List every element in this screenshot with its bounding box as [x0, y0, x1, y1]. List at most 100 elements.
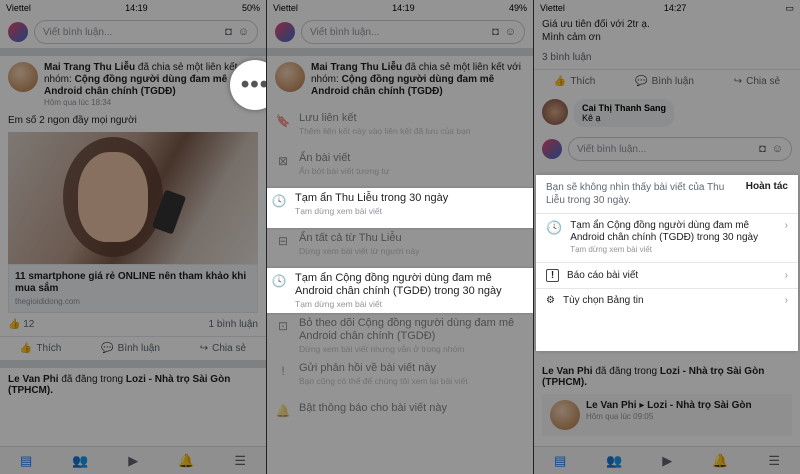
avatar [542, 139, 562, 159]
comments-count[interactable]: 1 bình luận [209, 319, 259, 330]
post-actions: 👍 Thích 💬 Bình luận ↪ Chia sẻ [534, 69, 800, 93]
share-button[interactable]: ↪ Chia sẻ [200, 343, 246, 354]
watch-tab-icon[interactable]: ▶ [662, 453, 672, 469]
avatar [8, 22, 28, 42]
divider [0, 360, 266, 368]
chevron-right-icon: › [784, 220, 788, 231]
menu-item-save-link[interactable]: 🔖 Lưu liên kết Thêm liên kết này vào liên… [267, 108, 533, 148]
author-avatar[interactable] [275, 62, 305, 92]
commenter-name[interactable]: Cai Thị Thanh Sang [582, 103, 666, 113]
menu-item-unfollow[interactable]: ⊡ Bỏ theo dõi Cộng đồng người dùng đam m… [267, 313, 533, 358]
menu-item-snooze-user[interactable]: 🕓 Tạm ẩn Thu Liễu trong 30 ngày Tạm dừng … [267, 188, 533, 228]
undo-button[interactable]: Hoàn tác [746, 181, 788, 192]
comment-label: Bình luận [117, 343, 160, 354]
menu-item-hide-post[interactable]: ⊠ Ẩn bài viết Ẩn bớt bài viết tương tự [267, 148, 533, 188]
comment-composer: Viết bình luận... ◘ ☺ [0, 16, 266, 48]
emoji-icon[interactable]: ☺ [772, 143, 783, 155]
group-name[interactable]: Cộng đồng người dùng đam mê Android chân… [44, 74, 227, 97]
share-icon: ↪ [733, 76, 743, 87]
comment-input[interactable]: Viết bình luận... ◘ ☺ [301, 20, 525, 44]
menu-desc: Ẩn bớt bài viết tương tự [299, 166, 390, 176]
report-post-row[interactable]: ! Báo cáo bài viết › [536, 263, 798, 289]
author-name[interactable]: Mai Trang Thu Liễu [311, 62, 402, 73]
feed-preferences-label: Tùy chọn Bảng tin [562, 295, 644, 306]
tab-bar: ▤ 👥 ▶ 🔔 ☰ [534, 446, 800, 474]
menu-desc: Thêm liên kết này vào liên kết đã lưu củ… [299, 126, 471, 136]
comment-composer: Viết bình luận... ◘ ☺ [534, 133, 800, 165]
battery-label: 50% [241, 3, 260, 13]
group-name[interactable]: Lozi - Nhà trọ Sài Gòn [647, 400, 751, 411]
menu-label: Ẩn tất cả từ Thu Liễu [299, 232, 402, 244]
carrier-label: Viettel [6, 3, 31, 13]
chevron-right-icon: › [784, 295, 788, 306]
report-icon: ! [546, 269, 559, 282]
snooze-notice-row: Bạn sẽ không nhìn thấy bài viết của Thu … [536, 175, 798, 214]
group-name[interactable]: Cộng đồng người dùng đam mê Android chân… [311, 74, 494, 97]
like-button[interactable]: 👍 Thích [20, 343, 61, 354]
comment: Cai Thị Thanh Sang Kê ạ [534, 93, 800, 133]
menu-tab-icon[interactable]: ☰ [234, 453, 246, 469]
post-time: Hôm qua lúc 18:34 [44, 98, 112, 107]
feed-panel-1: Viettel 14:19 50% Viết bình luận... ◘ ☺ M… [0, 0, 266, 474]
post-counts: 👍 12 1 bình luận [0, 313, 266, 336]
news-feed-tab-icon[interactable]: ▤ [20, 453, 32, 469]
camera-icon[interactable]: ◘ [225, 26, 232, 38]
friends-tab-icon[interactable]: 👥 [72, 453, 88, 469]
post-header: Mai Trang Thu Liễu đã chia sẻ một liên k… [267, 56, 533, 104]
comment-button[interactable]: 💬 Bình luận [101, 343, 160, 354]
author-avatar[interactable] [8, 62, 38, 92]
post-header: Mai Trang Thu Liễu đã chia sẻ một liên k… [0, 56, 266, 113]
menu-desc: Dừng xem bài viết nhưng vẫn ở trong nhóm [299, 344, 465, 354]
snooze-group-desc: Tạm dừng xem bài viết [570, 245, 653, 254]
author-avatar[interactable] [550, 400, 580, 430]
menu-item-hide-all[interactable]: ⊟ Ẩn tất cả từ Thu Liễu Dừng xem bài viết… [267, 228, 533, 268]
unfollow-icon: ⊡ [277, 319, 289, 333]
link-image[interactable] [8, 132, 258, 264]
notifications-tab-icon[interactable]: 🔔 [712, 453, 728, 469]
commenter-avatar[interactable] [542, 99, 568, 125]
clock-icon: 🕓 [546, 220, 563, 235]
comment-input[interactable]: Viết bình luận... ◘ ☺ [568, 137, 792, 161]
news-feed-tab-icon[interactable]: ▤ [554, 453, 566, 469]
camera-icon[interactable]: ◘ [492, 26, 499, 38]
menu-item-snooze-group[interactable]: 🕓 Tạm ẩn Cộng đồng người dùng đam mê And… [267, 268, 533, 313]
next-author[interactable]: Le Van Phi [8, 374, 59, 385]
menu-item-notifications[interactable]: 🔔 Bật thông báo cho bài viết này [267, 398, 533, 438]
comment-icon: 💬 [101, 343, 114, 354]
emoji-icon[interactable]: ☺ [505, 26, 516, 38]
reactions-count[interactable]: 12 [23, 319, 34, 330]
author-name[interactable]: Mai Trang Thu Liễu [44, 62, 135, 73]
menu-item-feedback[interactable]: ! Gửi phản hồi về bài viết này Bạn cũng c… [267, 358, 533, 398]
post-time: Hôm qua lúc 09:05 [586, 412, 654, 421]
shared-post[interactable]: Le Van Phi ▸ Lozi - Nhà trọ Sài Gòn Hôm … [542, 394, 792, 436]
share-button[interactable]: ↪ Chia sẻ [734, 76, 780, 87]
menu-desc: Tạm dừng xem bài viết [295, 299, 382, 309]
time-label: 14:27 [663, 3, 687, 13]
watch-tab-icon[interactable]: ▶ [128, 453, 138, 469]
menu-tab-icon[interactable]: ☰ [768, 453, 780, 469]
next-author[interactable]: Le Van Phi [542, 366, 593, 377]
next-post-header: Le Van Phi đã đăng trong Lozi - Nhà trọ … [534, 360, 800, 394]
camera-icon[interactable]: ◘ [759, 143, 766, 155]
like-label: Thích [36, 343, 62, 354]
bell-icon: 🔔 [275, 404, 291, 418]
feed-preferences-row[interactable]: ⚙ Tùy chọn Bảng tin › [536, 289, 798, 312]
next-action: đã đăng trong [61, 374, 124, 385]
comment-button[interactable]: 💬 Bình luận [635, 76, 694, 87]
emoji-icon[interactable]: ☺ [238, 26, 249, 38]
friends-tab-icon[interactable]: 👥 [606, 453, 622, 469]
snooze-group-row[interactable]: 🕓 Tạm ẩn Cộng đồng người dùng đam mê And… [536, 214, 798, 263]
carrier-label: Viettel [273, 3, 298, 13]
notifications-tab-icon[interactable]: 🔔 [178, 453, 194, 469]
clock-icon: 🕓 [271, 194, 287, 208]
comment-icon: 💬 [635, 76, 648, 87]
carrier-label: Viettel [540, 3, 565, 13]
like-button[interactable]: 👍 Thích [554, 76, 595, 87]
comments-count[interactable]: 3 bình luận [534, 46, 800, 69]
link-preview[interactable]: 11 smartphone giá rẻ ONLINE nên tham khả… [8, 264, 258, 313]
menu-label: Lưu liên kết [299, 112, 357, 124]
hide-icon: ⊠ [277, 154, 289, 168]
comment-input[interactable]: Viết bình luận... ◘ ☺ [34, 20, 258, 44]
author-name[interactable]: Le Van Phi [586, 400, 637, 411]
feed-panel-3: Viettel 14:27 ▭ Giá ưu tiên đối với 2tr … [534, 0, 800, 474]
